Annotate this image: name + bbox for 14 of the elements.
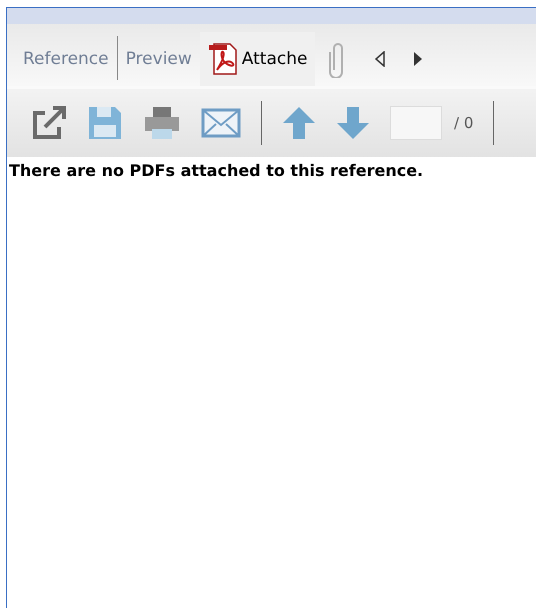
tab[interactable]: Preview [118,32,200,86]
tab[interactable]: Reference [15,32,117,86]
tab[interactable]: Attache [200,32,316,86]
down-arrow-button[interactable] [336,105,370,141]
save-button[interactable] [87,105,123,141]
page-number-field[interactable] [390,106,442,140]
left-arrow-icon[interactable] [375,51,386,67]
page-count: / 0 [454,114,474,132]
email-button[interactable] [201,107,241,139]
print-button[interactable] [143,105,181,141]
right-arrow-icon[interactable] [413,51,424,67]
pdf-icon [208,42,238,76]
up-arrow-button[interactable] [282,105,316,141]
no-attachments-message: There are no PDFs attached to this reference. [8,160,424,182]
